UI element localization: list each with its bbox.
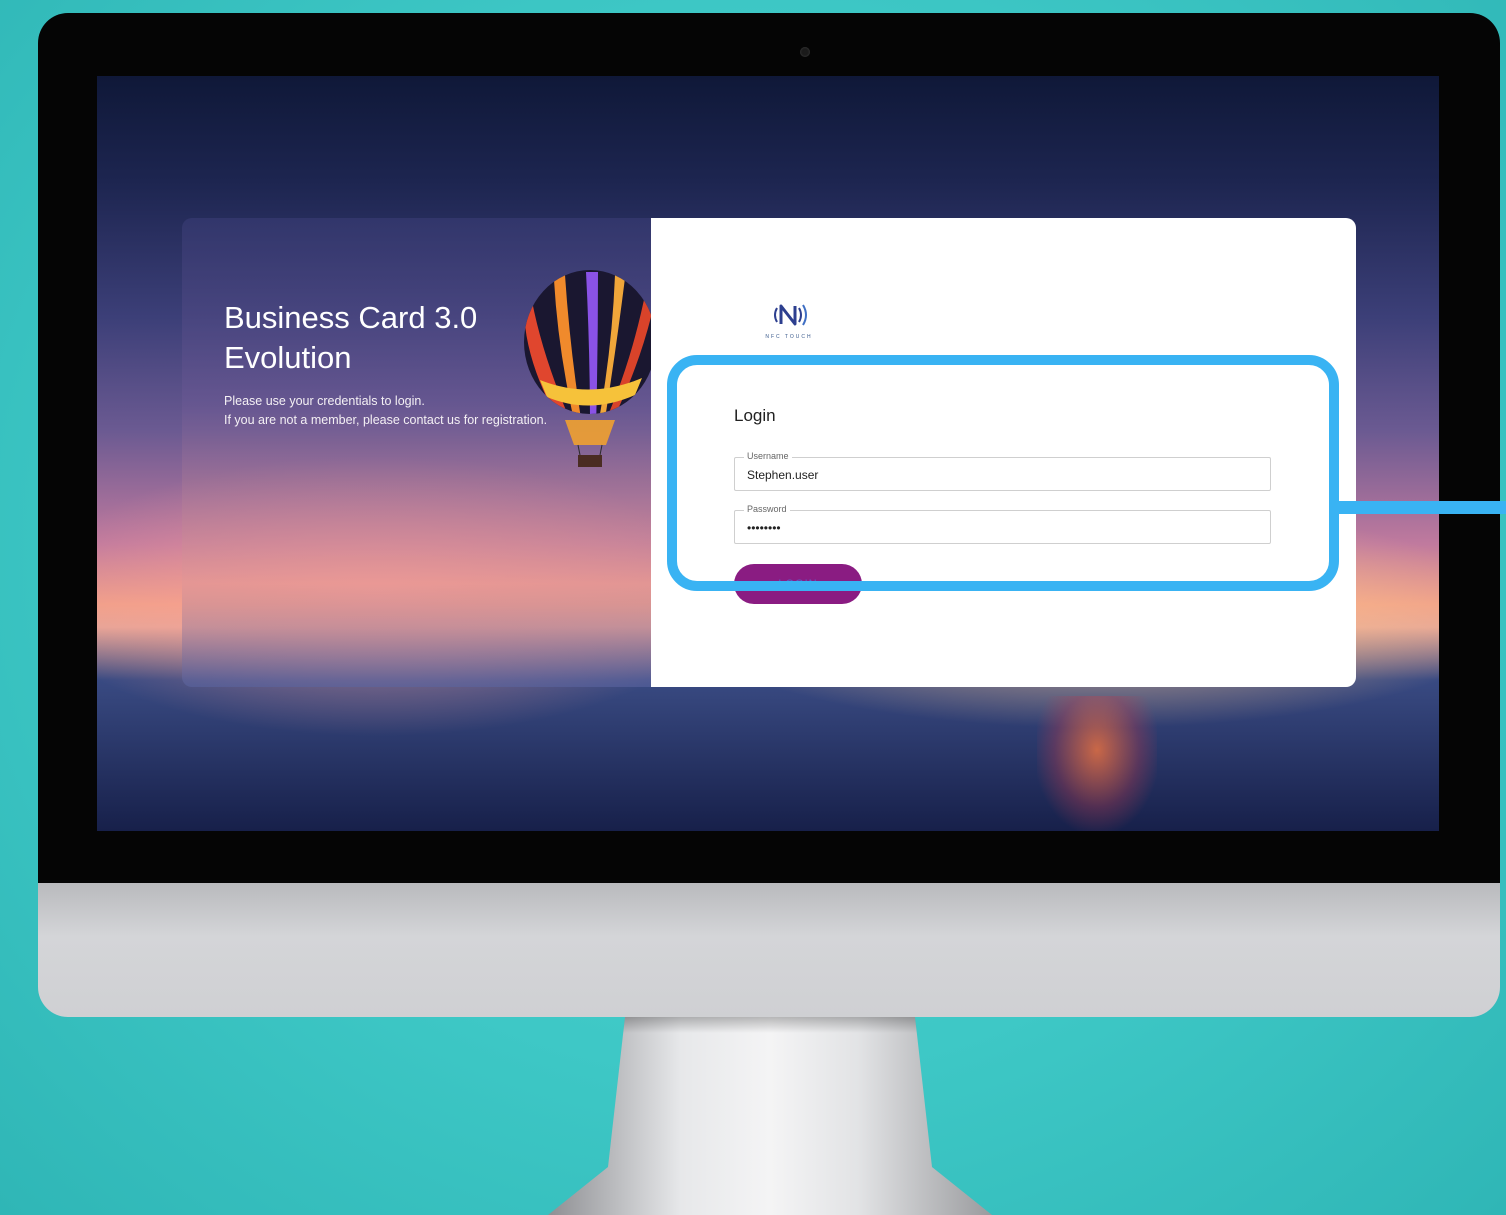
highlight-callout-line: [1339, 501, 1506, 514]
stand-shadow: [623, 1017, 917, 1033]
highlight-callout-box: [667, 355, 1339, 591]
hero-title: Business Card 3.0 Evolution: [224, 300, 478, 375]
nfc-touch-logo: NFC TOUCH: [761, 298, 817, 344]
logo-text: NFC TOUCH: [765, 334, 813, 340]
hero-panel: Business Card 3.0 Evolution Please use y…: [182, 218, 651, 687]
monitor-chin: [38, 883, 1500, 1017]
water-reflection: [1037, 696, 1157, 831]
hot-air-balloon-image: [524, 270, 651, 467]
camera-icon: [800, 47, 810, 57]
hero-description: Please use your credentials to login. If…: [224, 392, 547, 430]
hero-line-2: If you are not a member, please contact …: [224, 413, 548, 427]
nfc-touch-logo-icon: [774, 304, 807, 326]
monitor-stand: [548, 1017, 992, 1215]
hero-line-1: Please use your credentials to login.: [224, 394, 425, 408]
